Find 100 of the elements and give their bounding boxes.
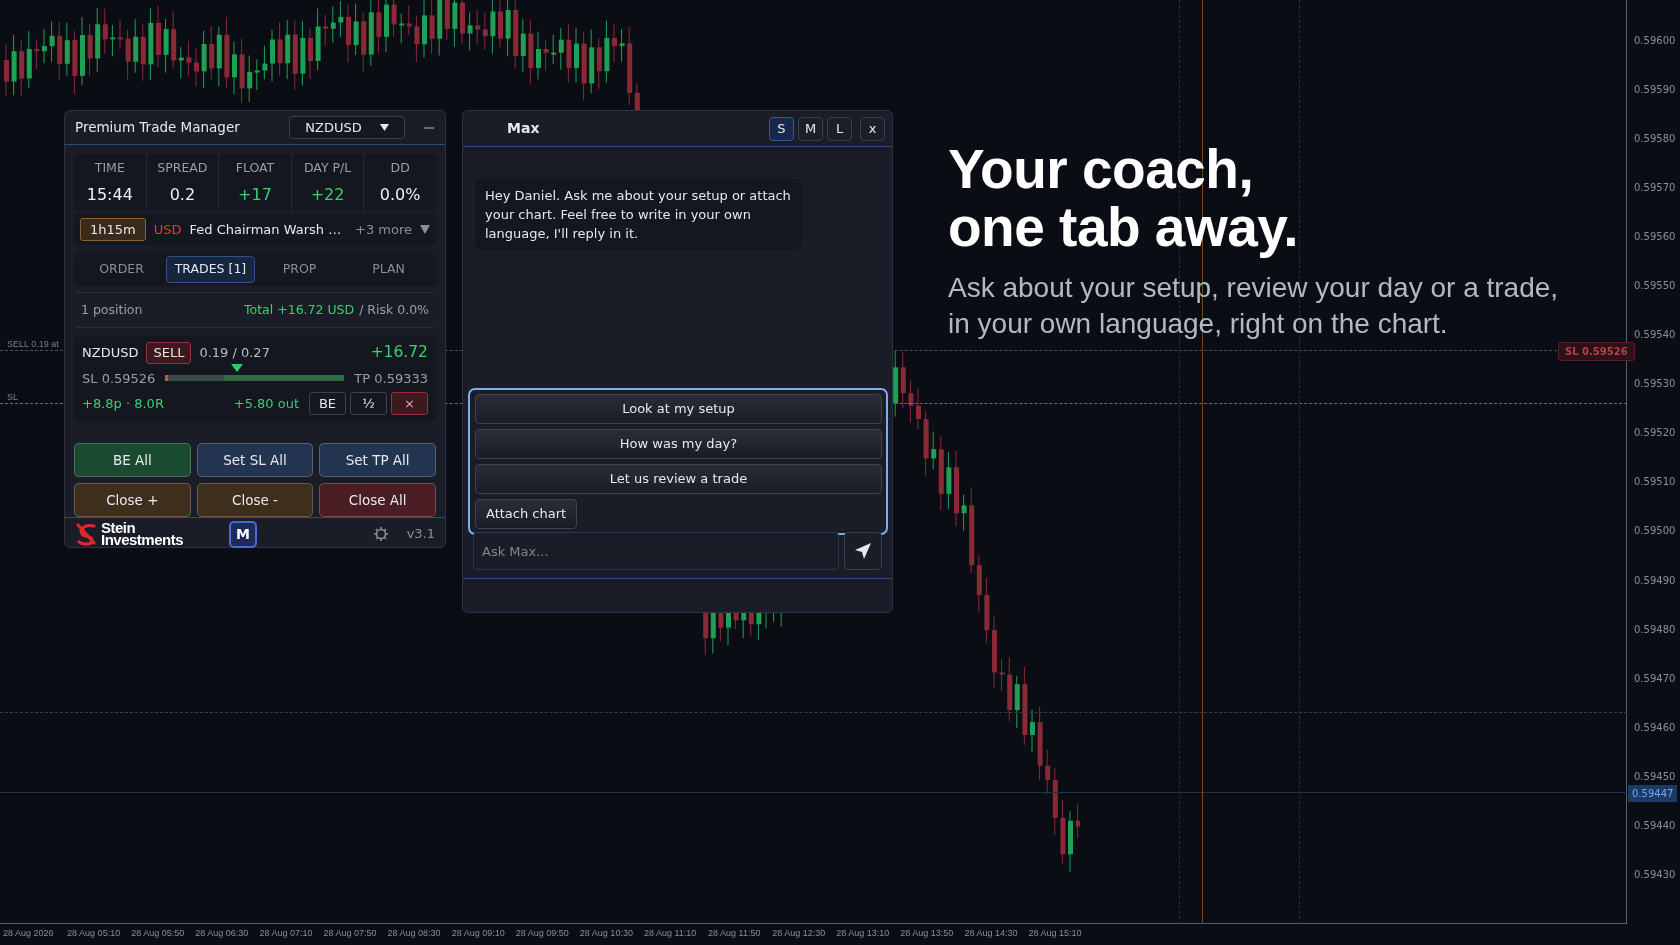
take-profit-price: TP 0.59333 bbox=[354, 369, 428, 388]
caret-icon bbox=[379, 124, 389, 131]
time-label: 28 Aug 13:10 bbox=[835, 927, 891, 940]
stat-label: TIME bbox=[93, 159, 126, 177]
price-label: 0.59600 bbox=[1633, 34, 1676, 48]
risk-label: / Risk 0.0% bbox=[359, 301, 429, 317]
panel-tab[interactable]: ORDER bbox=[77, 255, 166, 283]
panel-tab[interactable]: TRADES [1] bbox=[166, 255, 255, 283]
time-label: 28 Aug 13:50 bbox=[899, 927, 955, 940]
position-close-button[interactable]: × bbox=[391, 392, 428, 415]
stat-label: FLOAT bbox=[234, 159, 276, 177]
price-label: 0.59520 bbox=[1633, 426, 1676, 441]
time-label: 28 Aug 11:10 bbox=[642, 927, 698, 940]
position-count: 1 position bbox=[81, 300, 143, 319]
stat-label: DAY P/L bbox=[302, 159, 353, 177]
time-label: 28 Aug 08:30 bbox=[386, 927, 442, 940]
time-label: 28 Aug 10:30 bbox=[578, 927, 634, 940]
position-profit: +16.72 bbox=[370, 342, 428, 364]
pips-reading: +8.8p · 8.0R bbox=[82, 394, 164, 413]
logo-text: Stein bbox=[101, 522, 136, 534]
time-label: 28 Aug 07:50 bbox=[322, 927, 378, 940]
headline-text: Your coach, bbox=[948, 140, 1255, 198]
suggestion-button[interactable]: Attach chart bbox=[475, 499, 578, 529]
size-button[interactable]: M bbox=[798, 116, 823, 141]
send-icon bbox=[853, 541, 873, 561]
panel-title: Premium Trade Manager bbox=[75, 118, 240, 138]
price-label: 0.59440 bbox=[1633, 818, 1676, 833]
time-label: 28 Aug 2026 bbox=[2, 927, 55, 940]
stat-value: 0.2 bbox=[168, 183, 197, 206]
action-button[interactable]: Set TP All bbox=[319, 443, 436, 477]
message-input[interactable]: Ask Max... bbox=[473, 532, 839, 570]
price-label: 0.59430 bbox=[1633, 867, 1676, 882]
price-label: 0.59500 bbox=[1633, 524, 1676, 539]
action-button[interactable]: Set SL All bbox=[196, 443, 314, 477]
symbol-dropdown[interactable]: NZDUSD bbox=[289, 116, 405, 139]
suggestion-button[interactable]: Let us review a trade bbox=[475, 464, 882, 494]
time-label: 28 Aug 11:50 bbox=[707, 927, 762, 940]
stop-loss-label: SL bbox=[7, 391, 18, 404]
settings-icon[interactable] bbox=[372, 526, 389, 542]
breakeven-button[interactable]: BE bbox=[309, 392, 346, 415]
version-label: v3.1 bbox=[406, 525, 435, 544]
price-label: 0.59480 bbox=[1633, 622, 1676, 637]
stat-label: SPREAD bbox=[156, 159, 209, 177]
size-button[interactable]: S bbox=[769, 116, 794, 141]
price-label: 0.59570 bbox=[1633, 181, 1676, 196]
currency-label: USD bbox=[153, 220, 182, 239]
price-label: 0.59510 bbox=[1633, 475, 1676, 490]
price-label: 0.59470 bbox=[1633, 671, 1676, 686]
stat-value: 0.0% bbox=[378, 183, 422, 206]
headline-text: one tab away. bbox=[948, 198, 1300, 256]
countdown-badge: 1h15m bbox=[80, 217, 146, 241]
time-label: 28 Aug 06:30 bbox=[194, 927, 250, 940]
size-button[interactable]: L bbox=[827, 116, 852, 141]
position-symbol: NZDUSD bbox=[82, 344, 139, 363]
price-label: 0.59530 bbox=[1633, 377, 1676, 392]
side-badge: SELL bbox=[146, 342, 192, 364]
action-button[interactable]: Close + bbox=[74, 483, 191, 517]
price-label: 0.59490 bbox=[1633, 573, 1676, 588]
trade-line-label: SELL 0.19 at bbox=[7, 338, 59, 351]
subtitle-text: Ask about your setup, review your day or a trade, bbox=[948, 271, 1559, 305]
panel-tab[interactable]: PLAN bbox=[344, 255, 433, 283]
price-label: 0.59580 bbox=[1633, 132, 1676, 147]
price-label: 0.59590 bbox=[1633, 83, 1676, 98]
window-close-button[interactable]: x bbox=[860, 116, 885, 141]
price-label: 0.59460 bbox=[1633, 720, 1676, 735]
caret-icon bbox=[420, 224, 430, 234]
send-button[interactable] bbox=[844, 532, 882, 570]
suggestion-button[interactable]: Look at my setup bbox=[475, 394, 882, 424]
news-headline: Fed Chairman Warsh … bbox=[189, 220, 342, 239]
chat-title: Max bbox=[507, 119, 540, 138]
lot-size: 0.19 / 0.27 bbox=[199, 344, 270, 363]
stat-value: 15:44 bbox=[85, 183, 134, 206]
stop-loss-price: SL 0.59526 bbox=[82, 369, 156, 388]
time-label: 28 Aug 05:50 bbox=[130, 927, 186, 940]
chat-message: Hey Daniel. Ask me about your setup or attach your chart. Feel free to write in your own language, I'll reply in it. bbox=[475, 179, 802, 250]
total-profit: Total +16.72 USD bbox=[244, 301, 355, 317]
logo-text: Investments bbox=[101, 534, 184, 546]
half-close-button[interactable]: ½ bbox=[350, 392, 387, 415]
price-label: 0.59450 bbox=[1633, 769, 1676, 784]
action-button[interactable]: BE All bbox=[74, 443, 191, 477]
stop-loss-tag: SL 0.59526 bbox=[1558, 342, 1635, 361]
time-label: 28 Aug 05:10 bbox=[66, 927, 122, 940]
stat-value: +17 bbox=[237, 183, 273, 206]
time-label: 28 Aug 07:10 bbox=[258, 927, 314, 940]
partial-out: +5.80 out bbox=[233, 394, 299, 413]
price-label: 0.59540 bbox=[1633, 328, 1676, 343]
time-label: 28 Aug 09:10 bbox=[450, 927, 506, 940]
coach-button[interactable]: M bbox=[229, 520, 258, 548]
stat-label: DD bbox=[389, 159, 411, 177]
action-button[interactable]: Close All bbox=[319, 483, 436, 517]
price-label: 0.59550 bbox=[1633, 279, 1676, 294]
current-price-tag: 0.59447 bbox=[1628, 785, 1678, 802]
suggestion-button[interactable]: How was my day? bbox=[475, 429, 882, 459]
action-button[interactable]: Close - bbox=[196, 483, 314, 517]
time-label: 28 Aug 15:10 bbox=[1027, 927, 1083, 940]
price-label: 0.59560 bbox=[1633, 230, 1676, 245]
stat-value: +22 bbox=[309, 183, 346, 206]
panel-tab[interactable]: PROP bbox=[255, 255, 344, 283]
more-news-link[interactable]: +3 more bbox=[355, 219, 412, 239]
subtitle-text: in your own language, right on the chart. bbox=[948, 307, 1449, 341]
